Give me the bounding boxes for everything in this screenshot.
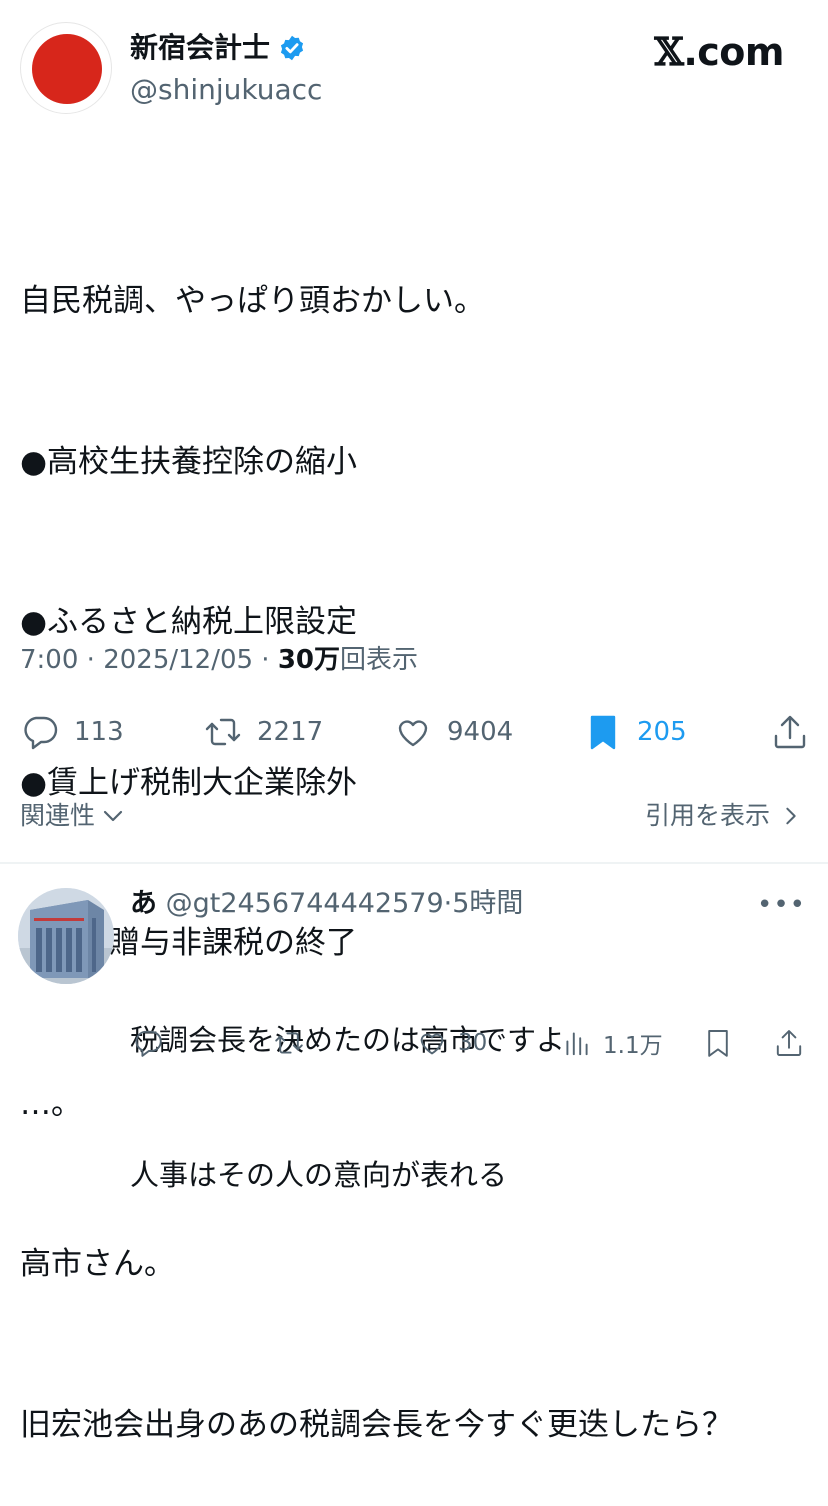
reply-button[interactable]: 113	[20, 705, 124, 759]
post-line: ●高校生扶養控除の縮小	[20, 443, 358, 480]
quotes-label: 引用を表示	[644, 801, 770, 830]
domain-suffix: .com	[683, 30, 784, 74]
reply-dot: ·	[443, 888, 453, 919]
reply-header: あ @gt2456744442579·5時間	[130, 884, 523, 924]
author-name-row[interactable]: 新宿会計士	[130, 30, 306, 66]
reply-bubble-icon	[135, 1030, 162, 1057]
reply-author-handle[interactable]: @gt2456744442579	[166, 888, 444, 919]
post-text: 自民税調、やっぱり頭おかしい。 ●高校生扶養控除の縮小 ●ふるさと納税上限設定 …	[20, 168, 733, 1506]
reply-like-button[interactable]: 30	[416, 1022, 487, 1064]
verified-badge-icon	[280, 35, 304, 61]
reply-repost-button[interactable]	[273, 1022, 305, 1064]
reply-count: 113	[74, 717, 124, 747]
reply-bookmark-button[interactable]	[702, 1022, 734, 1064]
reply-text: 税調会長を決めたのは高市ですよ 人事はその人の意向が表れる	[130, 928, 565, 1243]
post-line: 旧宏池会出身のあの税調会長を今すぐ更迭したら？	[20, 1406, 733, 1443]
post-time[interactable]: 7:00	[20, 645, 78, 675]
reply-share-button[interactable]	[773, 1022, 805, 1064]
reply-like-count: 30	[458, 1030, 488, 1056]
views-count: 30万	[277, 645, 341, 675]
reply-author-name[interactable]: あ	[130, 888, 157, 919]
bookmark-filled-icon	[590, 715, 616, 750]
sort-relevance-dropdown[interactable]: 関連性	[20, 796, 125, 836]
reply-line: 税調会長を決めたのは高市ですよ	[130, 1023, 566, 1057]
share-icon	[776, 1030, 802, 1056]
author-avatar[interactable]	[20, 22, 112, 114]
views-label: 回表示	[340, 645, 419, 675]
heart-icon	[398, 720, 428, 747]
meta-separator: ·	[78, 645, 104, 675]
reply-time[interactable]: 5時間	[452, 888, 523, 919]
bookmark-count: 205	[637, 717, 687, 747]
more-options-icon[interactable]: •••	[757, 890, 806, 920]
divider	[0, 862, 828, 864]
repost-icon	[275, 1032, 303, 1054]
like-count: 9404	[447, 717, 514, 747]
building-photo-icon	[18, 888, 114, 984]
reply-views-button[interactable]: 1.1万	[561, 1022, 663, 1064]
action-bar: 113 2217 9404 205	[0, 705, 828, 759]
post-date[interactable]: 2025/12/05	[103, 645, 253, 675]
like-button[interactable]: 9404	[393, 705, 513, 759]
meta-separator: ·	[253, 645, 278, 675]
repost-count: 2217	[257, 717, 324, 747]
post-line: 自民税調、やっぱり頭おかしい。	[20, 283, 485, 319]
analytics-bars-icon	[566, 1032, 588, 1056]
reply-views-count: 1.1万	[603, 1033, 663, 1059]
x-logo-icon: 𝕏	[654, 29, 684, 74]
post-line: ●賃上げ税制大企業除外	[20, 764, 358, 801]
share-button[interactable]	[770, 705, 810, 759]
post-meta: 7:00 · 2025/12/05 · 30万回表示	[20, 640, 418, 680]
repost-icon	[205, 718, 241, 746]
x-com-logo: 𝕏.com	[654, 29, 784, 75]
chevron-down-icon	[103, 810, 123, 822]
view-quotes-link[interactable]: 引用を表示	[645, 796, 802, 836]
bookmark-button[interactable]: 205	[583, 705, 687, 759]
reply-avatar[interactable]	[18, 888, 114, 984]
author-handle[interactable]: @shinjukuacc	[130, 72, 322, 108]
sort-label: 関連性	[20, 801, 96, 830]
reply-line: 人事はその人の意向が表れる	[130, 1158, 508, 1192]
heart-icon	[420, 1033, 444, 1055]
share-icon	[774, 715, 806, 749]
chevron-right-icon	[786, 807, 796, 825]
bookmark-icon	[708, 1030, 728, 1057]
post-line: 高市さん。	[20, 1246, 175, 1282]
reply-reply-button[interactable]	[132, 1022, 164, 1064]
reply-bubble-icon	[24, 716, 58, 750]
rising-sun-flag-avatar	[32, 34, 102, 104]
repost-button[interactable]: 2217	[203, 705, 323, 759]
author-display-name[interactable]: 新宿会計士	[130, 30, 270, 66]
